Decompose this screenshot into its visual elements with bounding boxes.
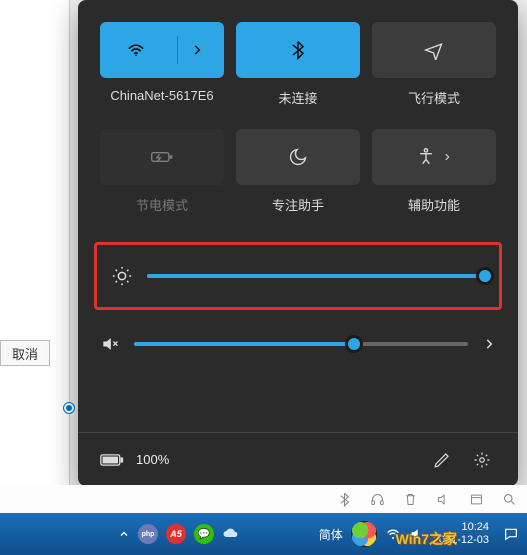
clock-date: 2021-12-03 <box>433 534 489 547</box>
wechat-tray-icon[interactable] <box>194 524 214 544</box>
focus-assist-tile[interactable] <box>236 129 360 185</box>
tile-split <box>177 36 178 64</box>
clock-time: 10:24 <box>461 521 489 534</box>
cancel-button-fragment[interactable]: 取消 <box>0 340 50 366</box>
brightness-slider[interactable] <box>147 274 485 278</box>
volume-thumb[interactable] <box>345 335 363 353</box>
volume-mute-icon[interactable] <box>100 334 120 354</box>
battery-icon[interactable] <box>100 452 124 468</box>
brightness-fill <box>147 274 485 278</box>
bluetooth-icon <box>288 40 308 60</box>
search-tray-icon[interactable] <box>502 492 517 507</box>
volume-row <box>78 310 518 360</box>
brightness-icon <box>111 265 133 287</box>
php-tray-icon[interactable]: php <box>138 524 158 544</box>
airplane-tile[interactable] <box>372 22 496 78</box>
radio-fragment[interactable] <box>63 402 75 414</box>
tray-chevron-up-icon[interactable] <box>118 528 130 540</box>
labels-row-1: ChinaNet-5617E6 未连接 飞行模式 <box>78 88 518 125</box>
quick-settings-panel: ChinaNet-5617E6 未连接 飞行模式 节电模式 专注助手 辅助功能 <box>78 0 518 486</box>
volume-tray-icon[interactable] <box>409 526 425 542</box>
edit-button[interactable] <box>428 446 456 474</box>
volume-slider[interactable] <box>134 342 468 346</box>
battery-saver-icon <box>150 147 174 167</box>
headphones-icon[interactable] <box>370 492 385 507</box>
notifications-icon[interactable] <box>503 526 519 542</box>
battery-saver-label: 节电模式 <box>100 195 224 214</box>
background-window <box>0 0 70 540</box>
chevron-right-icon[interactable] <box>190 43 204 57</box>
taskbar: php A5 简体 10:24 2021-12-03 <box>0 513 527 555</box>
moon-icon <box>288 147 308 167</box>
ime-indicator[interactable]: 简体 <box>319 526 343 543</box>
accessibility-tile[interactable] <box>372 129 496 185</box>
bluetooth-tray-icon[interactable] <box>337 492 352 507</box>
taskbar-clock[interactable]: 10:24 2021-12-03 <box>433 521 489 547</box>
accessibility-label: 辅助功能 <box>372 195 496 214</box>
a5-tray-icon[interactable]: A5 <box>166 524 186 544</box>
airplane-icon <box>424 40 444 60</box>
bluetooth-tile[interactable] <box>236 22 360 78</box>
battery-text: 100% <box>136 452 169 467</box>
chevron-right-icon[interactable] <box>442 152 452 162</box>
battery-saver-tile <box>100 129 224 185</box>
volume-fill <box>134 342 354 346</box>
panel-bottom-row: 100% <box>78 432 518 486</box>
settings-button[interactable] <box>468 446 496 474</box>
brightness-highlight-box <box>94 242 502 310</box>
windows-logo-icon[interactable] <box>351 521 377 547</box>
trash-icon[interactable] <box>403 492 418 507</box>
wifi-tile[interactable] <box>100 22 224 78</box>
labels-row-2: 节电模式 专注助手 辅助功能 <box>78 195 518 232</box>
tiles-row-1 <box>78 0 518 88</box>
volume-output-chevron-icon[interactable] <box>482 337 496 351</box>
tiles-row-2 <box>78 125 518 195</box>
speaker-tray-icon[interactable] <box>436 492 451 507</box>
tray-overflow-row <box>0 485 527 513</box>
brightness-thumb[interactable] <box>476 267 494 285</box>
wifi-tray-icon[interactable] <box>385 526 401 542</box>
focus-assist-label: 专注助手 <box>236 195 360 214</box>
wifi-label: ChinaNet-5617E6 <box>100 88 224 107</box>
bluetooth-label: 未连接 <box>236 88 360 107</box>
onedrive-icon[interactable] <box>222 525 240 543</box>
window-tray-icon[interactable] <box>469 492 484 507</box>
wifi-icon <box>126 40 146 60</box>
accessibility-icon <box>416 147 452 167</box>
airplane-label: 飞行模式 <box>372 88 496 107</box>
